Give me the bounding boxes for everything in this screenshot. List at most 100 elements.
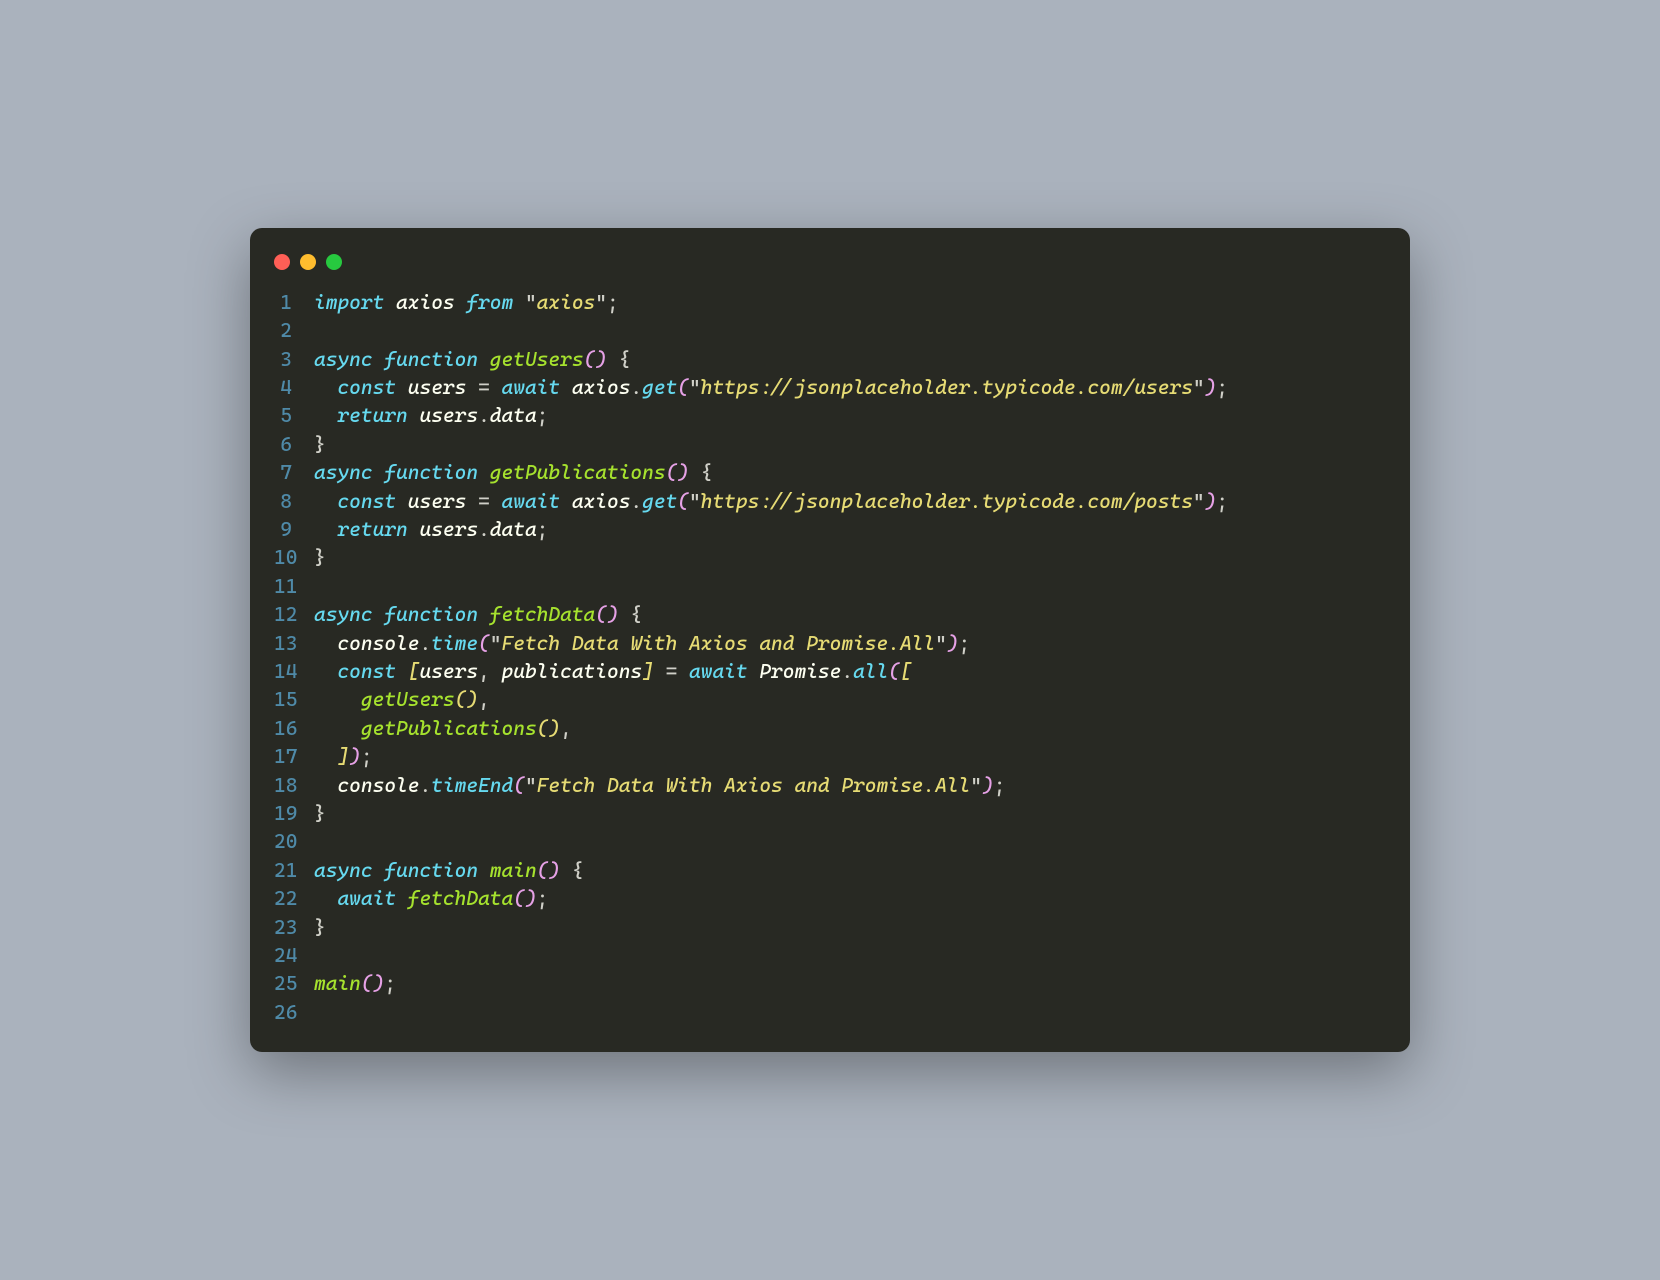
code-line[interactable]: 19}: [274, 799, 1386, 827]
line-number: 23: [274, 913, 314, 941]
token-brace: {: [701, 460, 713, 484]
line-content[interactable]: async function getUsers() {: [314, 345, 1386, 373]
line-content[interactable]: }: [314, 543, 1386, 571]
code-line[interactable]: 5 return users.data;: [274, 401, 1386, 429]
line-content[interactable]: await fetchData();: [314, 884, 1386, 912]
line-number: 9: [274, 515, 314, 543]
line-content[interactable]: [314, 316, 1386, 344]
code-line[interactable]: 14 const [users, publications] = await P…: [274, 657, 1386, 685]
line-content[interactable]: async function main() {: [314, 856, 1386, 884]
token-paren: (): [595, 602, 618, 626]
line-number: 10: [274, 543, 314, 571]
line-content[interactable]: getUsers(),: [314, 685, 1386, 713]
line-content[interactable]: return users.data;: [314, 401, 1386, 429]
line-number: 5: [274, 401, 314, 429]
token-punc: .: [478, 517, 490, 541]
code-line[interactable]: 25main();: [274, 969, 1386, 997]
close-icon[interactable]: [274, 254, 290, 270]
line-content[interactable]: }: [314, 913, 1386, 941]
code-line[interactable]: 20: [274, 827, 1386, 855]
line-content[interactable]: const [users, publications] = await Prom…: [314, 657, 1386, 685]
line-content[interactable]: console.time("Fetch Data With Axios and …: [314, 629, 1386, 657]
code-line[interactable]: 23}: [274, 913, 1386, 941]
code-line[interactable]: 21async function main() {: [274, 856, 1386, 884]
token-def: [619, 602, 631, 626]
token-call: get: [642, 489, 677, 513]
line-content[interactable]: return users.data;: [314, 515, 1386, 543]
token-brace: }: [314, 915, 326, 939]
code-line[interactable]: 2: [274, 316, 1386, 344]
token-call: all: [853, 659, 888, 683]
token-def: users: [408, 489, 478, 513]
line-content[interactable]: }: [314, 430, 1386, 458]
line-content[interactable]: main();: [314, 969, 1386, 997]
token-prop: data: [490, 403, 537, 427]
code-line[interactable]: 24: [274, 941, 1386, 969]
line-number: 1: [274, 288, 314, 316]
token-paren: (: [677, 489, 689, 513]
line-number: 22: [274, 884, 314, 912]
code-line[interactable]: 11: [274, 572, 1386, 600]
token-punc: ": [689, 489, 701, 513]
token-brace: }: [314, 545, 326, 569]
minimize-icon[interactable]: [300, 254, 316, 270]
token-brace: }: [314, 801, 326, 825]
line-content[interactable]: async function fetchData() {: [314, 600, 1386, 628]
code-line[interactable]: 9 return users.data;: [274, 515, 1386, 543]
code-window: 1import axios from "axios";2 3async func…: [250, 228, 1410, 1052]
code-line[interactable]: 7async function getPublications() {: [274, 458, 1386, 486]
line-content[interactable]: const users = await axios.get("https://j…: [314, 373, 1386, 401]
token-paren: (): [584, 347, 607, 371]
code-line[interactable]: 8 const users = await axios.get("https:/…: [274, 487, 1386, 515]
code-line[interactable]: 10}: [274, 543, 1386, 571]
zoom-icon[interactable]: [326, 254, 342, 270]
token-def: [314, 716, 361, 740]
code-line[interactable]: 15 getUsers(),: [274, 685, 1386, 713]
token-brace: {: [630, 602, 642, 626]
line-number: 14: [274, 657, 314, 685]
code-line[interactable]: 6}: [274, 430, 1386, 458]
code-line[interactable]: 12async function fetchData() {: [274, 600, 1386, 628]
token-fn: fetchData: [490, 602, 595, 626]
line-content[interactable]: [314, 827, 1386, 855]
line-content[interactable]: }: [314, 799, 1386, 827]
code-line[interactable]: 16 getPublications(),: [274, 714, 1386, 742]
line-content[interactable]: ]);: [314, 742, 1386, 770]
token-paren: (: [478, 631, 490, 655]
token-punc: ,: [560, 716, 572, 740]
token-brak: ]: [337, 744, 349, 768]
line-content[interactable]: import axios from "axios";: [314, 288, 1386, 316]
code-line[interactable]: 3async function getUsers() {: [274, 345, 1386, 373]
line-content[interactable]: [314, 572, 1386, 600]
token-def: [314, 773, 337, 797]
line-number: 8: [274, 487, 314, 515]
code-editor[interactable]: 1import axios from "axios";2 3async func…: [250, 288, 1410, 1026]
token-obj: Promise: [759, 659, 841, 683]
line-content[interactable]: console.timeEnd("Fetch Data With Axios a…: [314, 771, 1386, 799]
line-content[interactable]: [314, 941, 1386, 969]
token-def: [314, 659, 337, 683]
token-paren: ): [1205, 375, 1217, 399]
token-paren: ): [947, 631, 959, 655]
code-line[interactable]: 22 await fetchData();: [274, 884, 1386, 912]
code-line[interactable]: 17 ]);: [274, 742, 1386, 770]
code-line[interactable]: 4 const users = await axios.get("https:/…: [274, 373, 1386, 401]
line-content[interactable]: [314, 998, 1386, 1026]
token-brak: ]: [642, 659, 654, 683]
code-line[interactable]: 18 console.timeEnd("Fetch Data With Axio…: [274, 771, 1386, 799]
token-punc: ": [1193, 489, 1205, 513]
line-content[interactable]: const users = await axios.get("https://j…: [314, 487, 1386, 515]
token-fn: fetchData: [408, 886, 513, 910]
code-line[interactable]: 13 console.time("Fetch Data With Axios a…: [274, 629, 1386, 657]
line-content[interactable]: getPublications(),: [314, 714, 1386, 742]
line-content[interactable]: async function getPublications() {: [314, 458, 1386, 486]
window-titlebar: [250, 250, 1410, 288]
code-line[interactable]: 26: [274, 998, 1386, 1026]
token-punc: .: [478, 403, 490, 427]
line-number: 20: [274, 827, 314, 855]
token-obj: axios: [572, 489, 631, 513]
token-brace: {: [619, 347, 631, 371]
token-paren: ): [349, 744, 361, 768]
code-line[interactable]: 1import axios from "axios";: [274, 288, 1386, 316]
token-fn: main: [490, 858, 537, 882]
